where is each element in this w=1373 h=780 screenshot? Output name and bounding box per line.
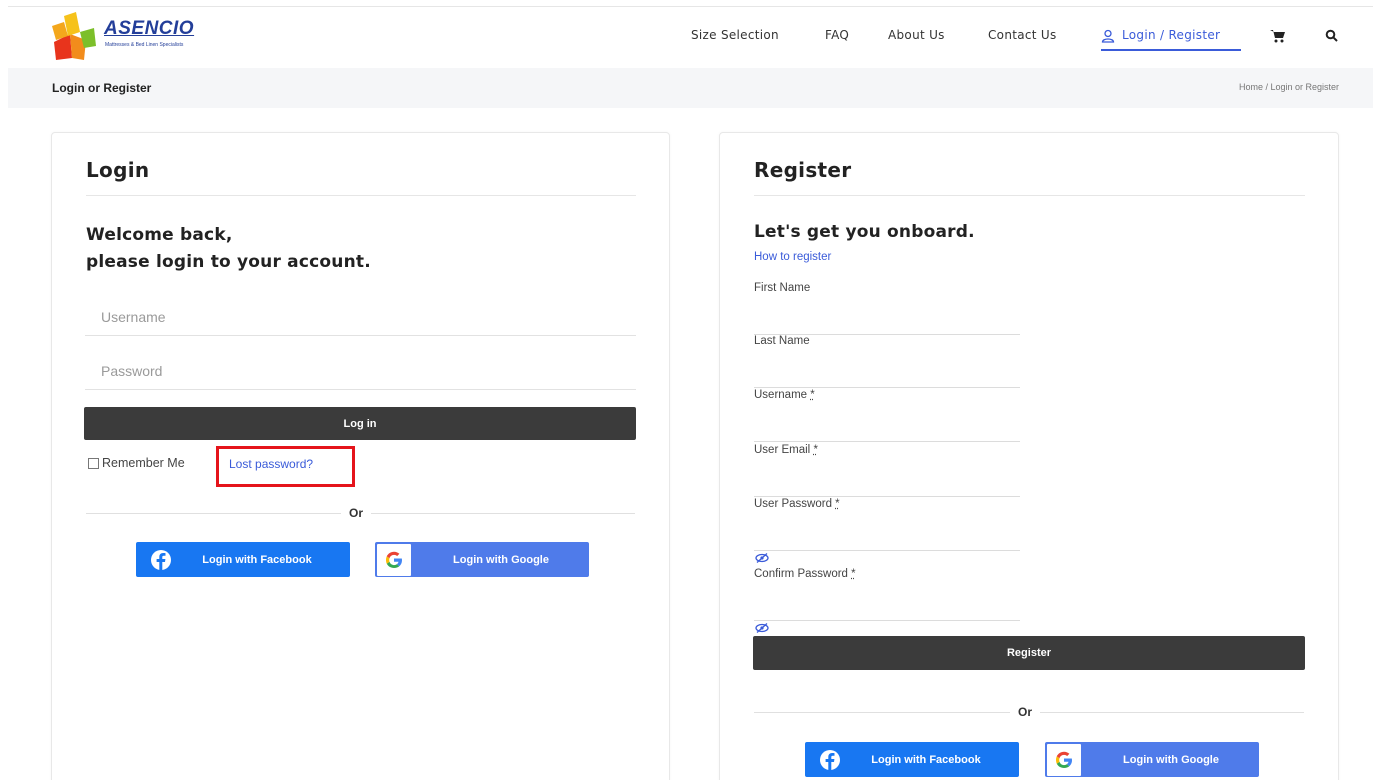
facebook-icon xyxy=(151,549,171,570)
cart-icon[interactable] xyxy=(1270,29,1285,43)
last-name-label: Last Name xyxy=(754,335,810,347)
register-title: Register xyxy=(754,158,852,182)
nav-contact-us[interactable]: Contact Us xyxy=(988,28,1057,48)
reg-password-underline xyxy=(754,550,1020,551)
reg-email-underline xyxy=(754,496,1020,497)
first-name-input[interactable] xyxy=(754,308,1020,332)
user-icon xyxy=(1101,29,1115,43)
welcome-text: Welcome back, please login to your accou… xyxy=(86,222,371,276)
search-icon[interactable] xyxy=(1325,29,1338,42)
login-title-divider xyxy=(86,195,636,196)
username-input[interactable] xyxy=(85,298,636,336)
how-to-register-link[interactable]: How to register xyxy=(754,251,831,263)
register-subtitle: Let's get you onboard. xyxy=(754,222,975,242)
eye-slash-icon[interactable] xyxy=(755,623,769,633)
reg-username-input[interactable] xyxy=(754,415,1020,439)
register-google-button[interactable]: Login with Google xyxy=(1045,742,1259,777)
login-google-label: Login with Google xyxy=(453,553,549,566)
eye-slash-icon[interactable] xyxy=(755,553,769,563)
google-icon-wrap xyxy=(377,543,411,576)
register-facebook-label: Login with Facebook xyxy=(871,753,981,766)
nav-size-selection[interactable]: Size Selection xyxy=(691,28,779,48)
google-icon xyxy=(1056,751,1072,768)
reg-username-label: Username * xyxy=(754,389,815,401)
remember-checkbox[interactable] xyxy=(88,457,99,469)
logo-tagline: Mattresses & Bed Linen Specialists xyxy=(105,42,184,48)
login-or-text: Or xyxy=(341,506,372,520)
reg-confirm-input[interactable] xyxy=(754,594,1020,618)
reg-confirm-label: Confirm Password * xyxy=(754,568,856,580)
login-facebook-label: Login with Facebook xyxy=(202,553,312,566)
breadcrumb-bar xyxy=(8,68,1373,108)
nav-about-us[interactable]: About Us xyxy=(888,28,945,48)
last-name-underline xyxy=(754,387,1020,388)
top-border xyxy=(8,6,1373,7)
reg-confirm-underline xyxy=(754,620,1020,621)
highlight-box xyxy=(216,446,355,487)
reg-email-input[interactable] xyxy=(754,470,1020,494)
required-mark: * xyxy=(813,444,818,456)
page-title: Login or Register xyxy=(52,81,152,95)
nav-faq[interactable]: FAQ xyxy=(825,28,849,48)
nav-login-register[interactable]: Login / Register xyxy=(1122,28,1220,48)
last-name-input[interactable] xyxy=(754,361,1020,385)
logo-mark-icon xyxy=(52,12,96,60)
first-name-label: First Name xyxy=(754,282,811,294)
reg-password-label: User Password * xyxy=(754,498,840,510)
register-or-text: Or xyxy=(1010,705,1041,719)
welcome-line-1: Welcome back, xyxy=(86,225,233,245)
login-title: Login xyxy=(86,158,150,182)
login-facebook-button[interactable]: Login with Facebook xyxy=(136,542,350,577)
login-button[interactable]: Log in xyxy=(84,407,636,440)
reg-username-underline xyxy=(754,441,1020,442)
reg-username-text: Username xyxy=(754,389,808,401)
welcome-line-2: please login to your account. xyxy=(86,252,371,272)
google-icon xyxy=(386,551,402,568)
reg-email-label: User Email * xyxy=(754,444,818,456)
password-input[interactable] xyxy=(85,352,636,390)
register-title-divider xyxy=(754,195,1305,196)
remember-label: Remember Me xyxy=(102,456,185,470)
required-mark: * xyxy=(851,568,856,580)
reg-confirm-text: Confirm Password xyxy=(754,568,848,580)
register-facebook-button[interactable]: Login with Facebook xyxy=(805,742,1019,777)
remember-me[interactable]: Remember Me xyxy=(88,456,185,470)
facebook-icon xyxy=(820,749,840,770)
reg-password-input[interactable] xyxy=(754,524,1020,548)
register-google-label: Login with Google xyxy=(1123,753,1219,766)
register-button[interactable]: Register xyxy=(753,636,1305,670)
required-mark: * xyxy=(810,389,815,401)
reg-password-text: User Password xyxy=(754,498,832,510)
login-google-button[interactable]: Login with Google xyxy=(375,542,589,577)
logo-text: ASENCIO xyxy=(104,18,195,39)
breadcrumb[interactable]: Home / Login or Register xyxy=(1239,82,1339,92)
required-mark: * xyxy=(835,498,840,510)
google-icon-wrap xyxy=(1047,743,1081,776)
site-logo[interactable]: ASENCIO Mattresses & Bed Linen Specialis… xyxy=(50,12,240,62)
nav-active-underline xyxy=(1101,49,1241,51)
reg-email-text: User Email xyxy=(754,444,811,456)
